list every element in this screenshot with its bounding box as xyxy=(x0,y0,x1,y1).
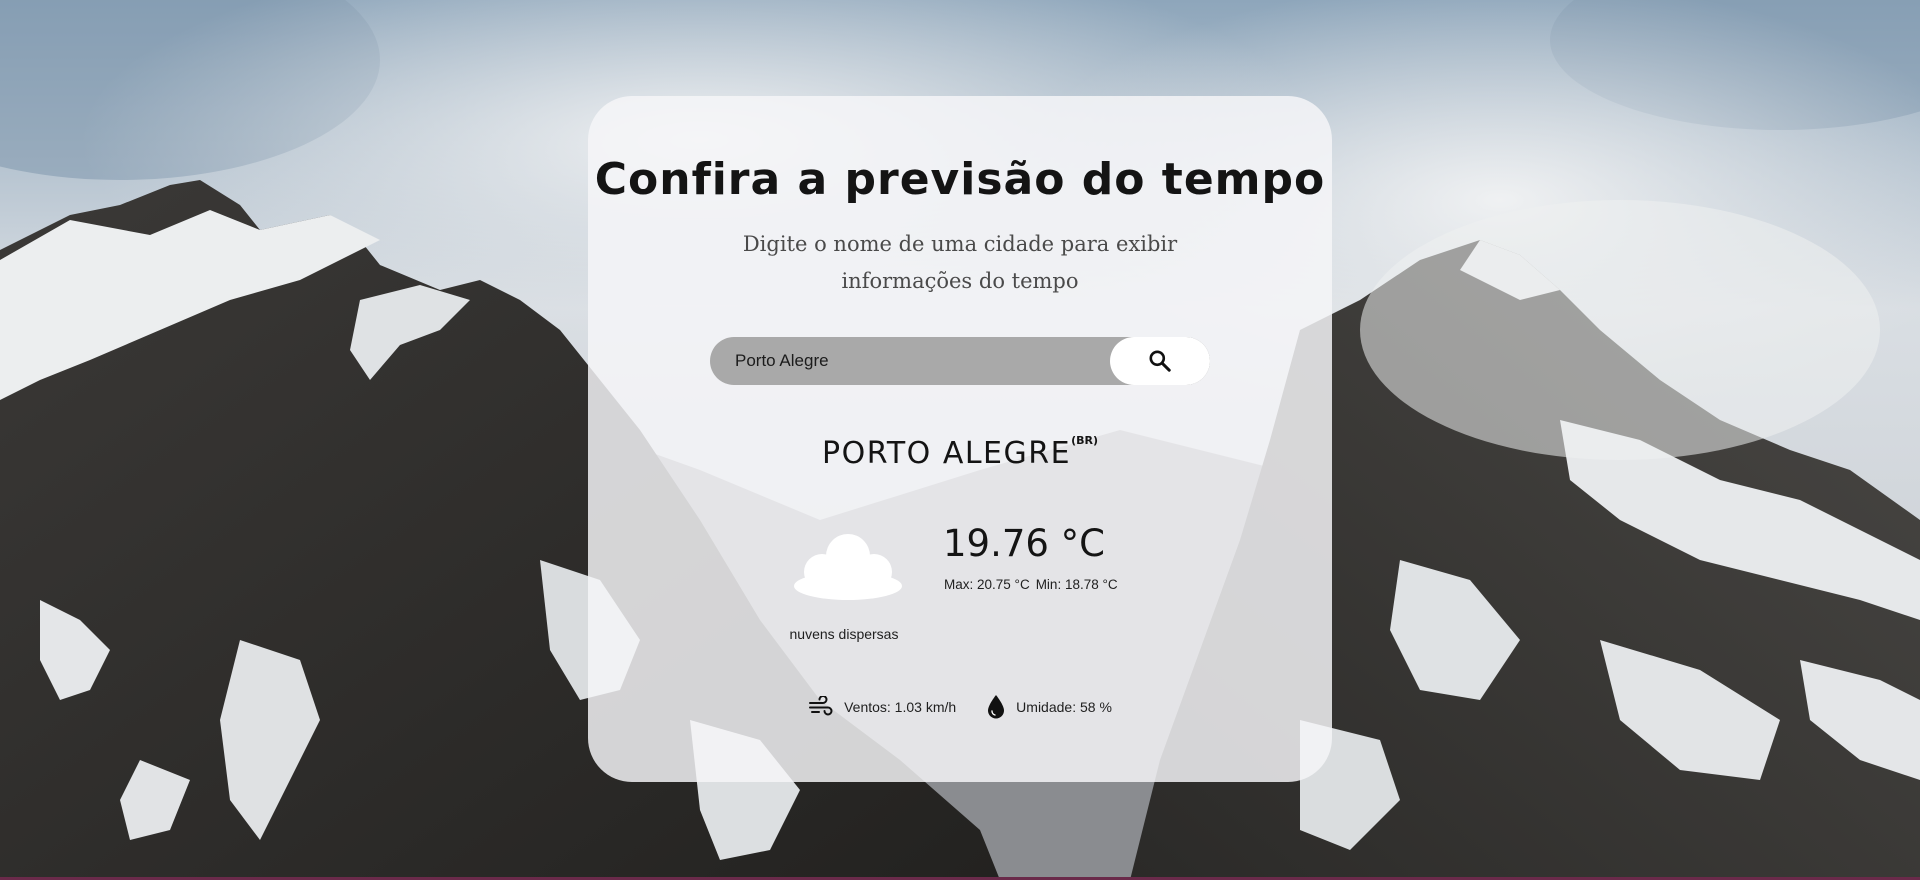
humidity-value: Umidade: 58 % xyxy=(1016,699,1112,715)
page-title: Confira a previsão do tempo xyxy=(594,154,1326,205)
weather-card: Confira a previsão do tempo Digite o nom… xyxy=(588,96,1332,782)
temperature-value: 19.76 °C xyxy=(943,522,1106,565)
wind-speed: Ventos: 1.03 km/h xyxy=(844,699,957,715)
search-icon xyxy=(1149,350,1171,372)
search-button[interactable] xyxy=(1110,337,1210,385)
search-bar xyxy=(710,337,1210,385)
city-name: PORTO ALEGRE xyxy=(821,436,1072,471)
droplet-icon xyxy=(988,695,1005,719)
page-background: Confira a previsão do tempo Digite o nom… xyxy=(0,0,1920,880)
cloud-icon xyxy=(794,534,902,600)
temperature-range: Max: 20.75 °C Min: 18.78 °C xyxy=(944,577,1118,592)
wind-detail: Ventos: 1.03 km/h xyxy=(808,696,956,718)
humidity-detail: Umidade: 58 % xyxy=(986,694,1112,720)
city-search-input[interactable] xyxy=(710,337,1100,385)
wind-icon xyxy=(809,696,833,716)
max-temperature: Max: 20.75 °C xyxy=(944,577,1030,592)
min-temperature: Min: 18.78 °C xyxy=(1035,577,1118,592)
country-code: (BR) xyxy=(1071,434,1098,447)
page-subtitle: Digite o nome de uma cidade para exibir … xyxy=(742,232,1178,293)
weather-description: nuvens dispersas xyxy=(789,626,899,642)
weather-details: Ventos: 1.03 km/h Umidade: 58 % xyxy=(588,693,1332,721)
city-name-heading: PORTO ALEGRE(BR) xyxy=(588,434,1332,471)
